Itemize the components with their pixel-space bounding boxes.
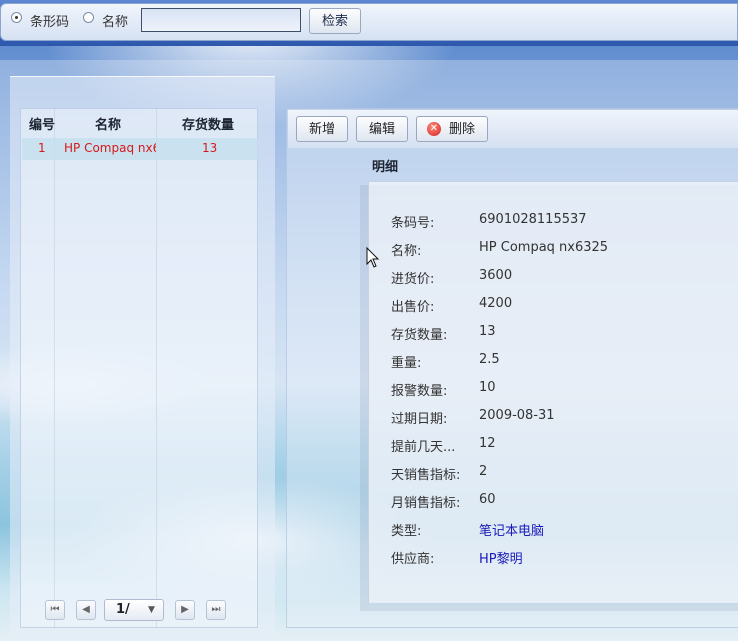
field-value: 60	[479, 492, 496, 507]
field-label: 月销售指标:	[391, 496, 461, 511]
circle-x-icon: ✕	[427, 122, 441, 136]
field-label: 类型:	[391, 524, 422, 539]
next-page-icon[interactable]: ▶	[175, 600, 195, 620]
field-label: 提前几天...	[391, 440, 456, 455]
field-value: 2.5	[479, 352, 500, 367]
page-select[interactable]	[104, 599, 164, 621]
search-input[interactable]	[141, 8, 301, 32]
page-number: 1/	[116, 602, 130, 617]
field-label: 条码号:	[391, 216, 435, 231]
field-value: 2009-08-31	[479, 408, 555, 423]
radio-name[interactable]	[83, 12, 94, 23]
mouse-pointer-icon	[366, 247, 380, 268]
field-value: 12	[479, 436, 496, 451]
field-label: 供应商:	[391, 552, 435, 567]
row-stock[interactable]: 13	[202, 141, 217, 155]
radio-selected-dot	[15, 16, 18, 19]
first-page-icon[interactable]: ⏮	[45, 600, 65, 620]
field-value: 13	[479, 324, 496, 339]
add-button[interactable]: 新增	[296, 116, 348, 142]
edit-button[interactable]: 编辑	[356, 116, 408, 142]
field-value: 4200	[479, 296, 513, 311]
row-id[interactable]: 1	[38, 141, 46, 155]
field-value: 2	[479, 464, 488, 479]
column-header-id[interactable]: 编号	[29, 114, 55, 133]
field-label: 存货数量:	[391, 328, 448, 343]
row-name[interactable]: HP Compaq nx6325	[64, 141, 156, 155]
field-label: 名称:	[391, 244, 422, 259]
field-label: 报警数量:	[391, 384, 448, 399]
product-grid	[20, 108, 258, 628]
field-value: 10	[479, 380, 496, 395]
field-label: 天销售指标:	[391, 468, 461, 483]
field-value: HP Compaq nx6325	[479, 240, 609, 255]
chevron-down-icon[interactable]: ▼	[148, 605, 155, 615]
column-header-name[interactable]: 名称	[95, 114, 121, 133]
radio-name-label[interactable]: 名称	[102, 11, 128, 30]
last-page-icon[interactable]: ⏭	[206, 600, 226, 620]
field-label: 进货价:	[391, 272, 435, 287]
column-header-stock[interactable]: 存货数量	[182, 114, 234, 133]
radio-barcode[interactable]	[11, 12, 22, 23]
column-divider	[156, 108, 157, 628]
detail-title: 明细	[372, 160, 399, 175]
supplier-link[interactable]: HP黎明	[479, 548, 523, 567]
prev-page-icon[interactable]: ◀	[76, 600, 96, 620]
field-label: 出售价:	[391, 300, 435, 315]
column-divider	[54, 108, 55, 628]
field-label: 过期日期:	[391, 412, 448, 427]
type-link[interactable]: 笔记本电脑	[479, 520, 544, 539]
search-button[interactable]: 检索	[309, 8, 361, 34]
field-value: 3600	[479, 268, 513, 283]
field-label: 重量:	[391, 356, 422, 371]
radio-barcode-label[interactable]: 条形码	[30, 11, 69, 30]
field-value: 6901028115537	[479, 212, 587, 227]
